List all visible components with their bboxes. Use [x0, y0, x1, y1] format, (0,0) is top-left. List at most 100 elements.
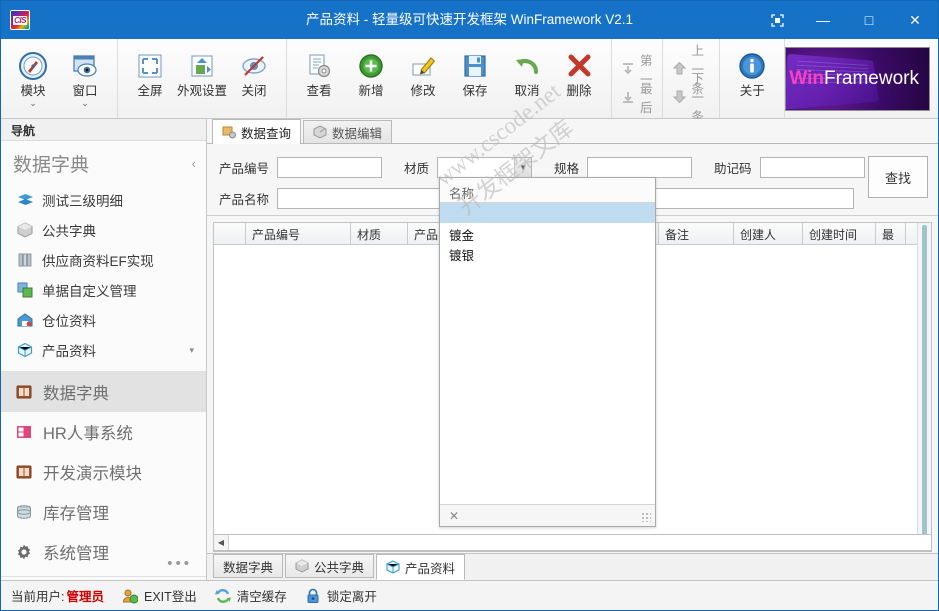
grid-header-material[interactable]: 材质: [351, 223, 408, 244]
sidebar-item-list: 测试三级明细 公共字典 供应商资料EF实现 单据自定义管理: [1, 185, 206, 372]
cube-icon: [295, 559, 309, 573]
toolbar-button-appearance[interactable]: 外观设置: [176, 43, 228, 99]
sidebar-category-inventory[interactable]: 库存管理: [1, 492, 206, 532]
mnemonic-input[interactable]: [760, 157, 865, 178]
material-dropdown-popup[interactable]: 名称 镀金 镀银 ✕: [439, 177, 656, 527]
chevron-left-icon[interactable]: ‹: [192, 156, 196, 171]
toolbar-label-last: 最后: [640, 78, 653, 116]
clear-icon[interactable]: ✕: [449, 509, 459, 523]
undo-icon: [513, 49, 541, 83]
sidebar-group-title-label: 数据字典: [13, 150, 89, 177]
ribbon-toolbar: 模块 ⌄ 窗口 ⌄: [1, 39, 938, 119]
toolbar-button-module[interactable]: 模块 ⌄: [7, 43, 59, 107]
toolbar-button-last[interactable]: 最后: [617, 83, 657, 111]
hr-icon: [13, 422, 35, 442]
resize-grip-icon[interactable]: [641, 512, 651, 522]
sidebar-category-list: 数据字典 HR人事系统 开发演示模块 库存管理: [1, 372, 206, 572]
dropdown-item-empty[interactable]: [440, 203, 655, 223]
sidebar-category-label: 库存管理: [43, 500, 109, 524]
sidebar-category-data-dictionary[interactable]: 数据字典: [1, 372, 206, 412]
toolbar-button-next[interactable]: 下一条: [668, 83, 715, 111]
grid-header-last[interactable]: 最: [876, 223, 906, 244]
doc-tab-common-dictionary[interactable]: 公共字典: [285, 554, 374, 578]
dropdown-item-gold-plated[interactable]: 镀金: [440, 223, 655, 243]
sidebar-item-product-data[interactable]: 产品资料 ▾: [1, 335, 206, 365]
sidebar-category-hr-system[interactable]: HR人事系统: [1, 412, 206, 452]
toolbar-label-module: 模块: [20, 84, 45, 99]
brand-text: WinFramework: [789, 68, 919, 90]
chevron-down-icon: ⌄: [81, 99, 89, 107]
grid-header-product-code[interactable]: 产品编号: [246, 223, 351, 244]
product-name-label: 产品名称: [219, 189, 269, 208]
toolbar-button-delete[interactable]: 删除: [553, 43, 605, 99]
toolbar-button-cancel[interactable]: 取消: [501, 43, 553, 99]
sidebar-item-warehouse-location[interactable]: 仓位资料: [1, 305, 206, 335]
chevron-down-icon[interactable]: ▼: [514, 158, 531, 177]
status-lock-button[interactable]: 锁定离开: [305, 586, 377, 605]
material-combobox[interactable]: ▼: [437, 157, 532, 178]
toolbar-button-window[interactable]: 窗口 ⌄: [59, 43, 111, 107]
find-button[interactable]: 查找: [868, 156, 928, 198]
close-eye-icon: [240, 49, 268, 83]
sidebar-category-label: 开发演示模块: [43, 460, 142, 484]
database-icon: [13, 502, 35, 522]
toolbar-button-close-window[interactable]: 关闭: [228, 43, 280, 99]
sidebar-item-label: 产品资料: [42, 340, 96, 360]
grid-header-creator[interactable]: 创建人: [734, 223, 803, 244]
fullscreen-icon: [136, 49, 164, 83]
spec-input[interactable]: [587, 157, 692, 178]
product-code-input[interactable]: [277, 157, 382, 178]
compass-icon: [18, 49, 48, 83]
grid-header-create-time[interactable]: 创建时间: [803, 223, 876, 244]
tab-data-edit[interactable]: 数据编辑: [303, 120, 392, 143]
save-icon: [461, 49, 489, 83]
status-clear-cache-button[interactable]: 清空缓存: [215, 586, 287, 605]
grid-scroll-thumb[interactable]: [922, 225, 927, 535]
toolbar-button-edit[interactable]: 修改: [397, 43, 449, 99]
toolbar-button-add[interactable]: 新增: [345, 43, 397, 99]
hscroll-left-arrow[interactable]: ◀: [214, 535, 229, 550]
logout-icon: [122, 588, 138, 604]
toolbar-label-window: 窗口: [72, 84, 97, 99]
toolbar-label-about: 关于: [740, 84, 765, 99]
title-bar: CIS 产品资料 - 轻量级可快速开发框架 WinFramework V2.1 …: [1, 1, 938, 39]
minimize-button[interactable]: —: [800, 1, 846, 39]
sidebar-item-doc-custom-manage[interactable]: 单据自定义管理: [1, 275, 206, 305]
grid-header-remark[interactable]: 备注: [659, 223, 734, 244]
toolbar-button-about[interactable]: 关于: [726, 43, 778, 99]
toolbar-button-save[interactable]: 保存: [449, 43, 501, 99]
sidebar-item-test-detail[interactable]: 测试三级明细: [1, 185, 206, 215]
sidebar: 导航 数据字典 ‹ 测试三级明细 公共字典 供应商: [1, 119, 207, 580]
sidebar-category-label: 系统管理: [43, 540, 109, 564]
tiles-icon: [15, 281, 35, 299]
sidebar-more-button[interactable]: •••: [167, 555, 192, 572]
doc-tab-data-dictionary[interactable]: 数据字典: [213, 554, 283, 578]
sidebar-item-supplier-ef[interactable]: 供应商资料EF实现: [1, 245, 206, 275]
app-icon: CIS: [10, 10, 30, 30]
brand-prefix: Win: [789, 68, 824, 89]
toolbar-group-nav-first-last: 第一 最后: [612, 39, 663, 118]
toolbar-button-view[interactable]: 查看: [293, 43, 345, 99]
toolbar-label-cancel: 取消: [514, 84, 539, 99]
toolbar-button-fullscreen[interactable]: 全屏: [124, 43, 176, 99]
toolbar-group-view: 全屏 外观设置: [118, 39, 287, 118]
chevron-down-icon[interactable]: ▾: [189, 345, 194, 356]
sidebar-category-dev-demo[interactable]: 开发演示模块: [1, 452, 206, 492]
spec-label: 规格: [554, 158, 579, 177]
status-logout-button[interactable]: EXIT登出: [122, 586, 197, 605]
close-button[interactable]: ✕: [892, 1, 938, 39]
toolbar-label-delete: 删除: [566, 84, 591, 99]
sidebar-item-label: 公共字典: [42, 220, 96, 240]
grid-vertical-scrollbar[interactable]: ▶: [917, 223, 931, 551]
toolbar-label-close-window: 关闭: [241, 84, 266, 99]
hscroll-thumb[interactable]: [229, 535, 931, 550]
grid-horizontal-scrollbar[interactable]: ◀: [213, 534, 932, 551]
skin-restore-button[interactable]: [754, 1, 800, 39]
sidebar-item-common-dictionary[interactable]: 公共字典: [1, 215, 206, 245]
dropdown-item-silver-plated[interactable]: 镀银: [440, 243, 655, 263]
status-bar: 当前用户: 管理员 EXIT登出 清空缓存 锁定离开: [1, 580, 938, 610]
tab-data-query[interactable]: 数据查询: [212, 119, 301, 144]
window-controls: — □ ✕: [754, 1, 938, 39]
doc-tab-product-data[interactable]: 产品资料: [376, 554, 465, 580]
maximize-button[interactable]: □: [846, 1, 892, 39]
